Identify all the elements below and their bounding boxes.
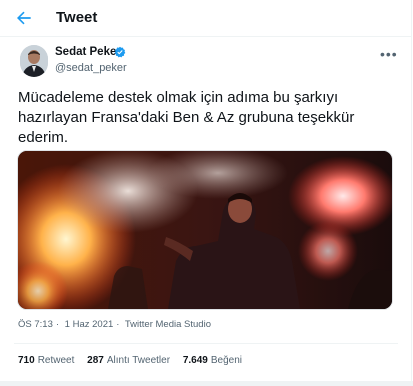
tweet-date[interactable]: 1 Haz 2021: [65, 319, 114, 330]
quotes-label[interactable]: Alıntı Tweetler: [107, 355, 170, 366]
verified-badge-icon: [114, 46, 126, 58]
back-arrow-icon[interactable]: [14, 8, 34, 28]
tweet-page: Tweet Sedat Peker @sedat_peker ••• Mücad…: [0, 0, 413, 386]
bottom-divider: [0, 381, 413, 386]
tweet-source[interactable]: Twitter Media Studio: [125, 319, 211, 330]
separator: ·: [116, 319, 120, 330]
likes-count[interactable]: 7.649: [183, 355, 208, 366]
tweet-video[interactable]: [17, 150, 393, 310]
more-options-icon[interactable]: •••: [380, 46, 398, 62]
author-name[interactable]: Sedat Peker: [55, 46, 121, 58]
tweet-meta: ÖS 7:13 · 1 Haz 2021 · Twitter Media Studi…: [18, 319, 214, 330]
tweet-text: Mücadeleme destek olmak için adıma bu şa…: [18, 88, 396, 148]
quotes-count[interactable]: 287: [87, 355, 104, 366]
avatar-photo: [20, 45, 48, 77]
divider: [14, 343, 398, 344]
page-title: Tweet: [56, 9, 98, 26]
tweet-time[interactable]: ÖS 7:13: [18, 319, 53, 330]
retweets-label[interactable]: Retweet: [38, 355, 75, 366]
video-frame: [18, 151, 392, 309]
likes-label[interactable]: Beğeni: [211, 355, 242, 366]
page-header: Tweet: [0, 0, 411, 37]
separator: ·: [55, 319, 60, 330]
author-handle[interactable]: @sedat_peker: [55, 62, 127, 74]
retweets-count[interactable]: 710: [18, 355, 35, 366]
tweet-text-line: hazırlayan Fransa'daki Ben & Az grubuna …: [18, 109, 355, 126]
tweet-text-line: ederim.: [18, 129, 69, 146]
tweet-stats: 710 Retweet 287 Alıntı Tweetler 7.649 Beğen…: [18, 355, 252, 366]
avatar[interactable]: [20, 45, 48, 77]
tweet-text-line: Mücadeleme destek olmak için adıma bu şa…: [18, 89, 339, 106]
